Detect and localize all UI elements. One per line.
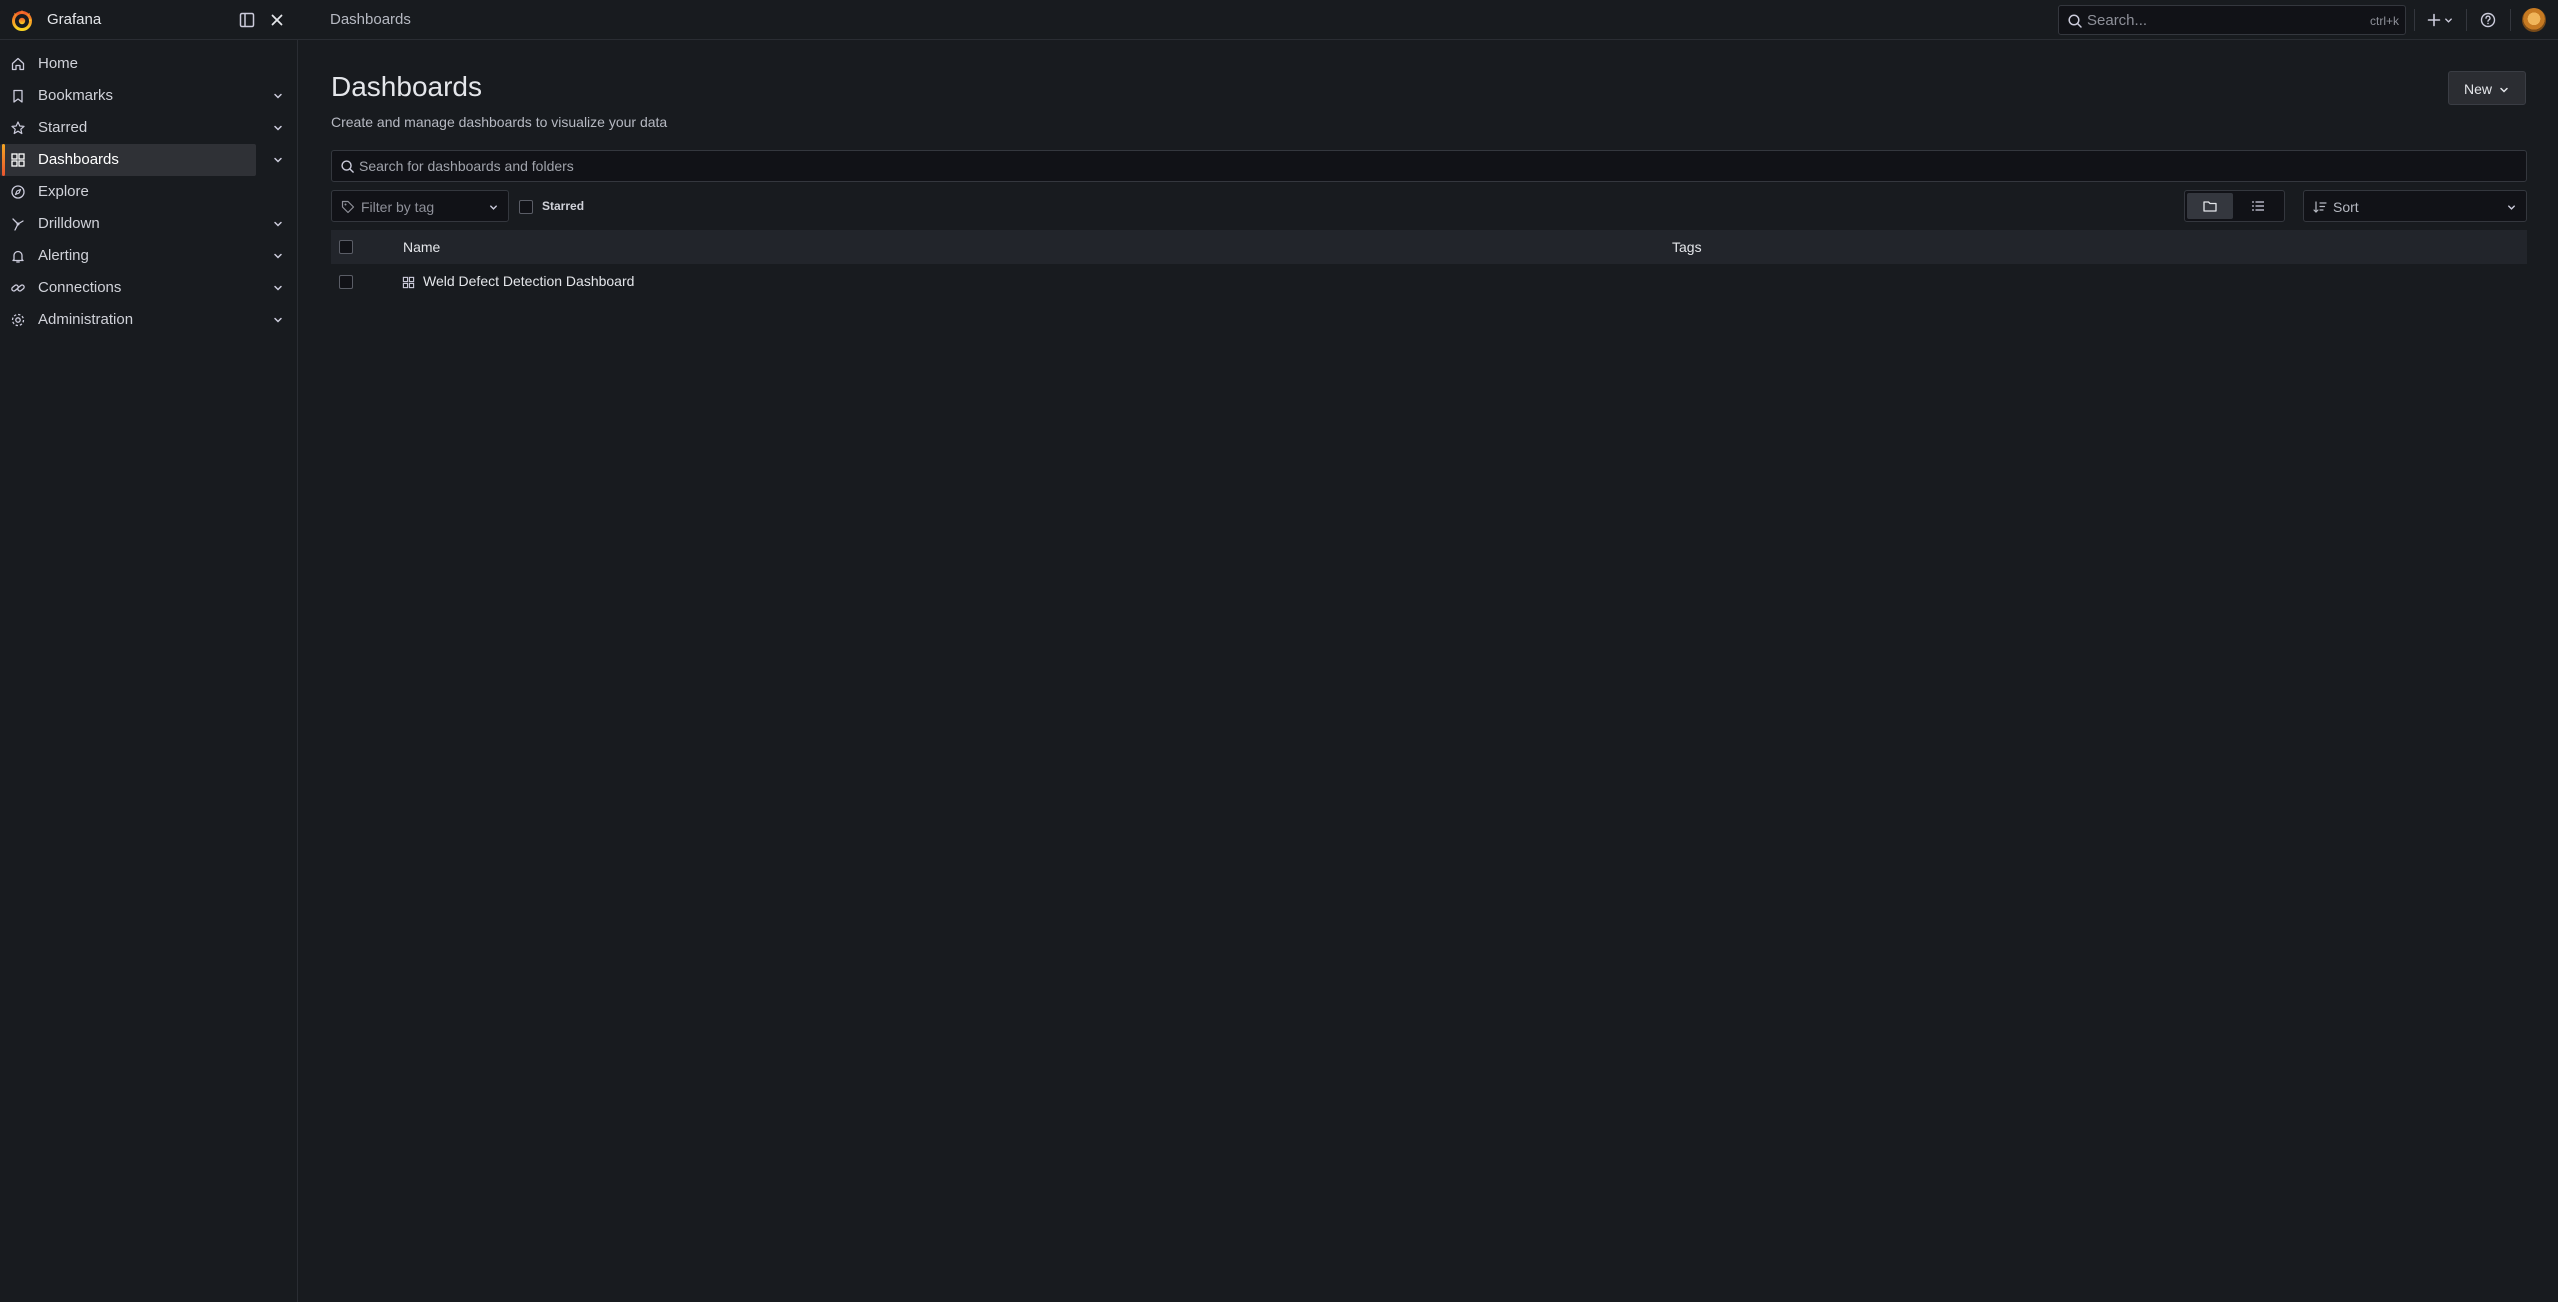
chevron-down-icon[interactable] [272,90,284,102]
chevron-down-icon [2445,18,2452,23]
sidebar-item-label: Starred [38,119,88,136]
avatar[interactable] [2522,8,2546,32]
tag-icon [341,200,355,214]
tag-filter-placeholder: Filter by tag [361,199,435,215]
chevron-down-icon [2508,205,2515,210]
dashboard-name-link[interactable]: Weld Defect Detection Dashboard [423,273,634,289]
home-icon [11,57,25,71]
sidebar-item-bookmarks[interactable]: Bookmarks [0,80,298,112]
dock-menu-icon[interactable] [238,11,256,29]
top-bar: Grafana Dashboards Search... ctrl+k [0,0,2558,40]
dashboard-search-placeholder: Search for dashboards and folders [359,158,574,174]
apps-grid-icon [402,276,415,289]
row-checkbox[interactable] [339,275,353,289]
app-name[interactable]: Grafana [47,11,101,28]
chevron-down-icon[interactable] [272,218,284,230]
grafana-logo-icon[interactable] [10,8,34,32]
folder-icon [2203,201,2217,212]
brand-area: Grafana [0,0,298,40]
breadcrumb-current[interactable]: Dashboards [330,11,411,28]
sidebar-item-label: Connections [38,279,122,296]
tag-filter-select[interactable]: Filter by tag [331,190,509,222]
column-header-tags: Tags [1672,239,1702,255]
bookmark-icon [13,89,23,103]
search-shortcut-hint: ctrl+k [2369,14,2399,28]
sidebar-item-starred[interactable]: Starred [0,112,298,144]
search-placeholder: Search... [2087,12,2148,29]
select-all-checkbox[interactable] [339,240,353,254]
divider [2414,9,2415,31]
drilldown-icon [12,218,24,231]
chevron-down-icon[interactable] [272,122,284,134]
list-view-button[interactable] [2235,193,2281,219]
sort-icon [2313,201,2327,213]
chevron-down-icon [490,205,497,210]
close-icon[interactable] [268,11,286,29]
sidebar-item-connections[interactable]: Connections [0,272,298,304]
column-header-name: Name [403,239,441,255]
sort-label: Sort [2333,199,2359,215]
chevron-down-icon[interactable] [272,154,284,166]
table-header: Name Tags [331,230,2527,264]
bell-icon [12,250,24,263]
sidebar-item-label: Explore [38,183,89,200]
table-row[interactable]: Weld Defect Detection Dashboard [331,264,2527,300]
link-icon [11,284,25,292]
global-search-input[interactable]: Search... ctrl+k [2058,5,2406,35]
sidebar-item-administration[interactable]: Administration [0,304,298,336]
chevron-down-icon[interactable] [272,282,284,294]
add-new-button[interactable] [2422,8,2458,32]
starred-checkbox[interactable] [519,200,533,214]
chevron-down-icon[interactable] [272,314,284,326]
divider [2466,9,2467,31]
chevron-down-icon [2500,87,2508,93]
star-icon [11,121,25,135]
help-icon[interactable] [2478,10,2498,30]
view-mode-toggle [2184,190,2285,222]
dashboard-search-input[interactable]: Search for dashboards and folders [331,150,2527,182]
sidebar-item-alerting[interactable]: Alerting [0,240,298,272]
sidebar-item-label: Dashboards [38,151,119,168]
sidebar-item-explore[interactable]: Explore [0,176,298,208]
sidebar-item-label: Administration [38,311,134,328]
folder-view-button[interactable] [2187,193,2233,219]
apps-grid-icon [11,153,25,167]
starred-label[interactable]: Starred [542,199,584,213]
cog-icon [11,313,25,327]
sidebar-item-label: Alerting [38,247,89,264]
sidebar-item-drilldown[interactable]: Drilldown [0,208,298,240]
page-subtitle: Create and manage dashboards to visualiz… [331,114,668,130]
grafana-app: Grafana Dashboards Search... ctrl+k Home… [0,0,2558,1302]
divider [2510,9,2511,31]
sidebar-item-label: Bookmarks [38,87,114,104]
active-indicator [2,144,5,176]
sidebar-item-label: Home [38,55,79,72]
page-title: Dashboards [331,71,482,102]
search-icon [2068,14,2082,28]
main-content: Dashboards Create and manage dashboards … [299,41,2558,1302]
new-button[interactable]: New [2448,71,2526,105]
search-icon [341,160,354,173]
plus-icon [2427,13,2441,27]
sidebar-item-label: Drilldown [38,215,100,232]
chevron-down-icon[interactable] [272,250,284,262]
sidebar-item-dashboards[interactable]: Dashboards [0,144,298,176]
sidebar-nav: Home Bookmarks Starred Dashboards Explor… [0,40,298,1302]
compass-icon [11,185,25,199]
list-icon [2252,201,2264,211]
sidebar-item-home[interactable]: Home [0,48,298,80]
sort-select[interactable]: Sort [2303,190,2527,222]
new-button-label: New [2464,81,2493,97]
